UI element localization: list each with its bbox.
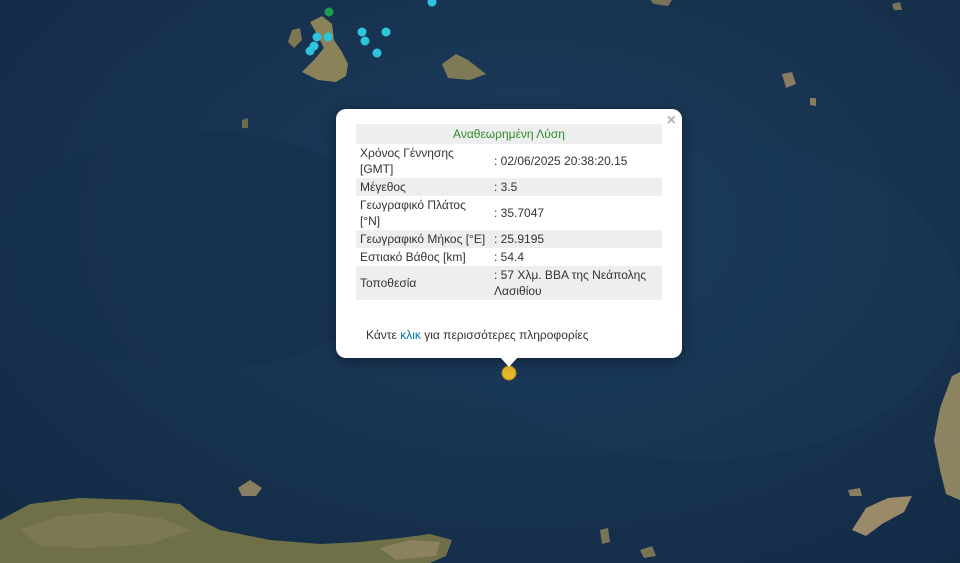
detail-value: : 54.4 bbox=[494, 250, 525, 264]
islet bbox=[848, 488, 862, 496]
detail-row-location: Τοποθεσία : 57 Χλμ. ΒΒΑ της Νεάπολης Λασ… bbox=[356, 266, 662, 300]
islet bbox=[810, 98, 816, 106]
islet bbox=[892, 2, 902, 10]
island-anafi bbox=[442, 54, 486, 80]
earthquake-popup: × Αναθεωρημένη Λύση Χρόνος Γέννησης [GMT… bbox=[336, 109, 682, 358]
detail-value: : 25.9195 bbox=[490, 230, 662, 248]
detail-row-longitude: Γεωγραφικό Μήκος [°E] : 25.9195 bbox=[356, 230, 662, 248]
quake-marker[interactable] bbox=[360, 36, 370, 46]
more-info-link[interactable]: κλικ bbox=[400, 328, 421, 342]
detail-value: : 02/06/2025 20:38:20.15 bbox=[494, 154, 628, 168]
islet bbox=[600, 528, 610, 544]
more-info-suffix: για περισσότερες πληροφορίες bbox=[420, 328, 589, 342]
quake-marker[interactable] bbox=[323, 32, 333, 42]
islet bbox=[782, 72, 796, 88]
island-therasia bbox=[288, 28, 302, 48]
quake-marker[interactable] bbox=[305, 46, 315, 56]
island-karpathos bbox=[934, 372, 960, 500]
detail-label: Εστιακό Βάθος [km] bbox=[360, 250, 466, 264]
quake-marker[interactable] bbox=[372, 48, 382, 58]
detail-label: Γεωγραφικό Μήκος [°E] bbox=[356, 230, 490, 248]
detail-value: : 57 Χλμ. ΒΒΑ της Νεάπολης Λασιθίου bbox=[490, 266, 662, 300]
detail-value: : 3.5 bbox=[490, 178, 662, 196]
detail-label: Τοποθεσία bbox=[356, 266, 490, 300]
more-info-text: Κάντε κλικ για περισσότερες πληροφορίες bbox=[366, 328, 589, 342]
islet bbox=[640, 546, 656, 558]
quake-marker-selected[interactable] bbox=[501, 365, 517, 381]
earthquake-details-table: Αναθεωρημένη Λύση Χρόνος Γέννησης [GMT] … bbox=[356, 124, 662, 300]
quake-marker[interactable] bbox=[427, 0, 437, 7]
close-icon[interactable]: × bbox=[667, 112, 676, 130]
detail-row-latitude: Γεωγραφικό Πλάτος [°N] : 35.7047 bbox=[356, 196, 662, 230]
island-east bbox=[852, 496, 912, 536]
detail-row-depth: Εστιακό Βάθος [km] : 54.4 bbox=[356, 248, 662, 266]
detail-row-magnitude: Μέγεθος : 3.5 bbox=[356, 178, 662, 196]
quake-marker[interactable] bbox=[312, 32, 322, 42]
detail-label: Χρόνος Γέννησης [GMT] bbox=[360, 146, 454, 176]
popup-title: Αναθεωρημένη Λύση bbox=[356, 124, 662, 144]
detail-row-origin-time: Χρόνος Γέννησης [GMT] : 02/06/2025 20:38… bbox=[356, 144, 662, 178]
quake-marker[interactable] bbox=[381, 27, 391, 37]
islet bbox=[650, 0, 672, 6]
detail-label: Γεωγραφικό Πλάτος [°N] bbox=[360, 198, 466, 228]
popup-tip bbox=[499, 356, 519, 367]
detail-value: : 35.7047 bbox=[494, 206, 545, 220]
quake-marker-green[interactable] bbox=[324, 7, 334, 17]
islet bbox=[242, 118, 248, 128]
quake-marker[interactable] bbox=[357, 27, 367, 37]
more-info-prefix: Κάντε bbox=[366, 328, 401, 342]
detail-label: Μέγεθος bbox=[356, 178, 490, 196]
islet-dia bbox=[238, 480, 262, 496]
